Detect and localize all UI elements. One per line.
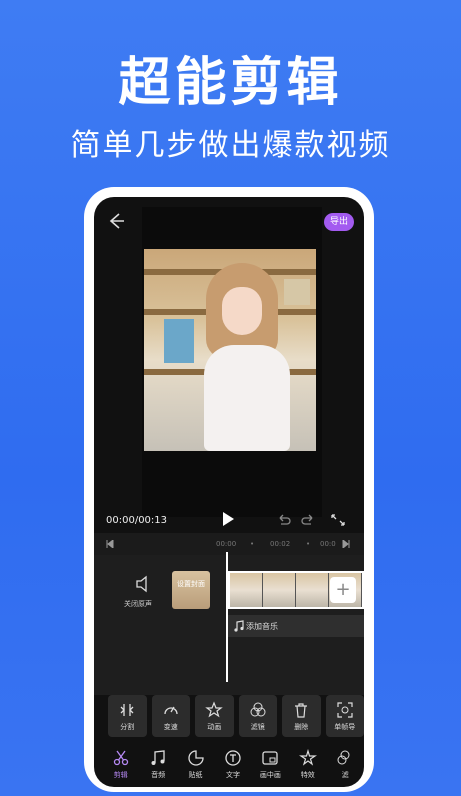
redo-icon[interactable] (300, 513, 316, 527)
phone-frame: 导出 00:00/00:13 00:00 • 00:02 • 00:0 关闭原声… (84, 187, 374, 792)
frame-export-icon (337, 701, 353, 718)
tool-split[interactable]: 分割 (108, 695, 147, 737)
nav-edit[interactable]: 剪辑 (102, 745, 139, 787)
headline: 超能剪辑 (118, 53, 343, 113)
skip-start-icon[interactable] (106, 540, 114, 548)
nav-label: 文字 (225, 771, 240, 779)
timeline-panel: 关闭原声 设置封面 + 添加音乐 (94, 555, 364, 695)
back-arrow-icon[interactable] (106, 211, 126, 231)
ruler-tick: • (306, 540, 311, 548)
time-display: 00:00/00:13 (106, 515, 168, 526)
nav-text[interactable]: 文字 (214, 745, 251, 787)
editor-screen: 导出 00:00/00:13 00:00 • 00:02 • 00:0 关闭原声… (94, 197, 364, 787)
ruler-tick: • (250, 540, 255, 548)
add-clip-button[interactable]: + (330, 577, 356, 603)
nav-audio[interactable]: 音频 (139, 745, 176, 787)
tool-filter[interactable]: 滤镜 (238, 695, 277, 737)
nav-filter[interactable]: 滤 (327, 745, 364, 787)
cover-thumbnail[interactable] (172, 571, 210, 609)
subline: 简单几步做出爆款视频 (70, 128, 391, 163)
ruler-tick: 00:0 (320, 540, 336, 548)
tool-label: 变速 (163, 722, 178, 731)
tool-label: 分割 (120, 722, 135, 731)
nav-label: 贴纸 (188, 771, 203, 779)
undo-icon[interactable] (276, 513, 292, 527)
speed-icon (164, 706, 178, 714)
picture-in-picture-icon (262, 751, 279, 765)
tool-bar: 分割 变速 动画 滤镜 删除 单帧导 (94, 695, 364, 741)
bottom-nav: 剪辑 音频 贴纸 文字 画中画 特效 滤 (94, 745, 364, 787)
mute-original-label: 关闭原声 (124, 600, 152, 608)
ruler-tick: 00:00 (216, 540, 237, 548)
nav-effects[interactable]: 特效 (289, 745, 326, 787)
play-icon[interactable] (221, 511, 235, 527)
tool-label: 动画 (207, 722, 222, 731)
add-music-track[interactable]: 添加音乐 (228, 615, 364, 637)
ruler-tick: 00:02 (270, 540, 291, 548)
tool-delete[interactable]: 删除 (282, 695, 321, 737)
tool-frame-export[interactable]: 单帧导 (325, 695, 364, 737)
filter-icon (250, 702, 266, 716)
tool-speed[interactable]: 变速 (151, 695, 190, 737)
fullscreen-icon[interactable] (330, 513, 346, 527)
nav-label: 音频 (151, 771, 166, 779)
tool-label: 单帧导 (334, 722, 356, 731)
nav-label: 特效 (300, 771, 315, 779)
effects-icon (298, 749, 317, 766)
split-icon (120, 703, 134, 716)
tool-label: 删除 (294, 722, 309, 731)
filter-icon (337, 750, 350, 765)
nav-label: 剪辑 (113, 771, 128, 779)
music-note-icon (151, 750, 165, 765)
add-music-label: 添加音乐 (246, 622, 278, 631)
timeline-ruler: 00:00 • 00:02 • 00:0 (94, 533, 364, 555)
scissors-icon (113, 750, 128, 766)
delete-icon (295, 702, 308, 718)
nav-picture-in-picture[interactable]: 画中画 (252, 745, 289, 787)
speaker-icon[interactable] (134, 575, 154, 593)
music-note-icon (234, 620, 244, 632)
tool-animation[interactable]: 动画 (195, 695, 234, 737)
nav-label: 滤 (341, 771, 349, 779)
sticker-icon (187, 750, 204, 766)
nav-label: 画中画 (259, 771, 281, 779)
skip-end-icon[interactable] (342, 540, 350, 548)
playhead[interactable] (226, 552, 228, 682)
export-button[interactable]: 导出 (323, 213, 354, 231)
animation-icon (205, 700, 224, 717)
set-cover-label: 设置封面 (177, 580, 205, 588)
nav-sticker[interactable]: 贴纸 (177, 745, 214, 787)
text-icon (225, 750, 241, 766)
video-preview-image (144, 249, 316, 451)
tool-label: 滤镜 (250, 722, 265, 731)
